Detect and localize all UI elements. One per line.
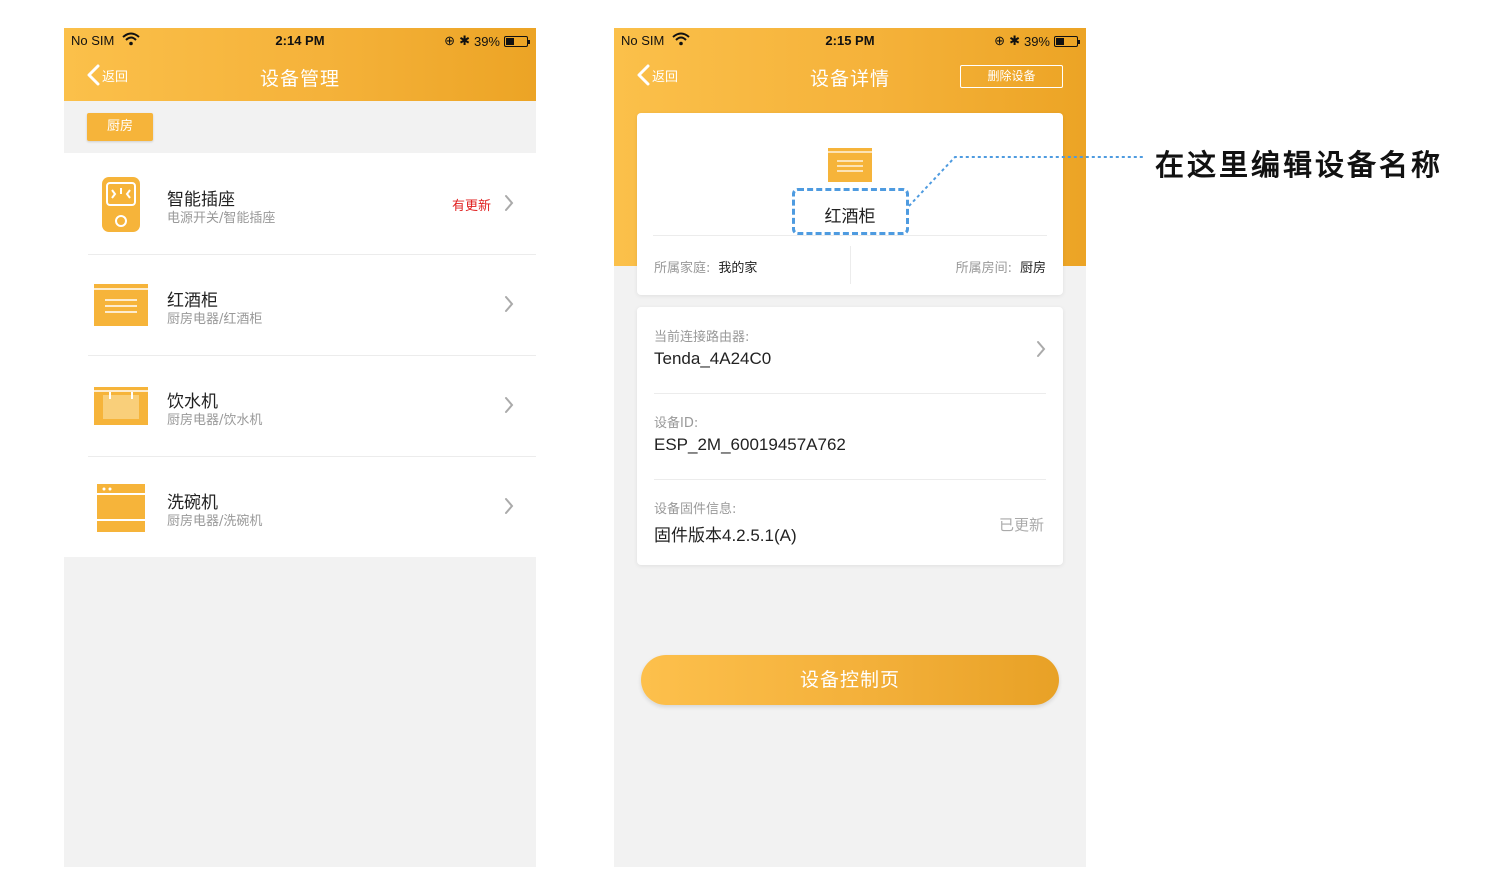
orientation-lock-icon: ⊕ — [994, 33, 1006, 48]
orientation-lock-icon: ⊕ — [444, 33, 456, 48]
battery-percent: 39% — [1023, 33, 1050, 49]
firmware-label: 设备固件信息: — [654, 502, 737, 517]
delete-device-button[interactable]: 删除设备 — [960, 65, 1063, 88]
device-id-value: ESP_2M_60019457A762 — [654, 435, 846, 454]
room-label: 所属房间: — [955, 261, 1012, 276]
device-management-screen: No SIM 2:14 PM ⊕ ✱ 39% 返回 设备管理 厨房 智能插座 电… — [64, 28, 536, 867]
room-info: 所属房间: 厨房 — [956, 257, 1046, 276]
chevron-right-icon — [505, 195, 514, 211]
device-item-water-dispenser[interactable]: 饮水机 厨房电器/饮水机 — [64, 355, 536, 456]
chevron-right-icon — [505, 296, 514, 312]
home-value: 我的家 — [718, 261, 758, 276]
chevron-right-icon — [505, 397, 514, 413]
divider — [850, 246, 851, 284]
firmware-status: 已更新 — [998, 516, 1044, 534]
status-bar: No SIM 2:14 PM ⊕ ✱ 39% — [64, 28, 536, 52]
room-tab-kitchen[interactable]: 厨房 — [87, 113, 153, 141]
chevron-right-icon — [505, 498, 514, 514]
router-value: Tenda_4A24C0 — [654, 349, 772, 368]
battery-icon — [1054, 35, 1080, 47]
battery-icon — [504, 35, 530, 47]
wine-cabinet-icon — [828, 148, 872, 182]
home-label: 所属家庭: — [654, 261, 711, 276]
smart-plug-icon — [102, 177, 140, 232]
device-category: 电源开关/智能插座 — [167, 211, 276, 226]
bluetooth-icon: ✱ — [1009, 33, 1020, 48]
status-right-icons: ⊕ ✱ 39% — [994, 33, 1080, 49]
wine-cabinet-icon — [94, 284, 148, 326]
status-bar: No SIM 2:15 PM ⊕ ✱ 39% — [614, 28, 1086, 52]
dishwasher-icon — [97, 484, 145, 532]
device-info-card: 当前连接路由器: Tenda_4A24C0 设备ID: ESP_2M_60019… — [637, 307, 1063, 565]
bluetooth-icon: ✱ — [459, 33, 470, 48]
firmware-value: 固件版本4.2.5.1(A) — [654, 526, 797, 545]
battery-percent: 39% — [473, 33, 500, 49]
update-badge: 有更新 — [451, 199, 491, 214]
divider — [653, 235, 1047, 236]
router-row[interactable]: 当前连接路由器: Tenda_4A24C0 — [654, 307, 1046, 393]
status-right-icons: ⊕ ✱ 39% — [444, 33, 530, 49]
device-list: 智能插座 电源开关/智能插座 有更新 红酒柜 厨房电器/红酒柜 饮水机 厨房电器… — [64, 153, 536, 557]
device-control-button[interactable]: 设备控制页 — [641, 655, 1059, 705]
room-filter-bar: 厨房 — [64, 101, 536, 153]
water-dispenser-icon — [94, 387, 148, 425]
device-item-wine-cabinet[interactable]: 红酒柜 厨房电器/红酒柜 — [64, 254, 536, 355]
navigation-bar: 返回 设备详情 删除设备 — [614, 52, 1086, 101]
room-value: 厨房 — [1019, 261, 1046, 276]
device-id-row: 设备ID: ESP_2M_60019457A762 — [654, 393, 1046, 479]
navigation-bar: 返回 设备管理 — [64, 52, 536, 101]
annotation-text: 在这里编辑设备名称 — [1155, 148, 1444, 182]
device-name-field[interactable]: 红酒柜 — [637, 202, 1063, 227]
device-item-dishwasher[interactable]: 洗碗机 厨房电器/洗碗机 — [64, 456, 536, 557]
device-item-smart-plug[interactable]: 智能插座 电源开关/智能插座 有更新 — [64, 153, 536, 254]
device-category: 厨房电器/饮水机 — [167, 413, 263, 428]
firmware-row: 设备固件信息: 固件版本4.2.5.1(A) 已更新 — [654, 479, 1046, 565]
device-detail-screen: No SIM 2:15 PM ⊕ ✱ 39% 返回 设备详情 删除设备 红酒柜 … — [614, 28, 1086, 867]
device-summary-card: 红酒柜 所属家庭: 我的家 所属房间: 厨房 — [637, 113, 1063, 295]
chevron-right-icon — [1037, 341, 1046, 357]
page-title: 设备管理 — [259, 68, 340, 90]
router-label: 当前连接路由器: — [654, 330, 750, 345]
device-id-label: 设备ID: — [654, 416, 699, 431]
home-info: 所属家庭: 我的家 — [654, 257, 757, 276]
device-category: 厨房电器/洗碗机 — [167, 514, 263, 529]
device-category: 厨房电器/红酒柜 — [167, 312, 263, 327]
